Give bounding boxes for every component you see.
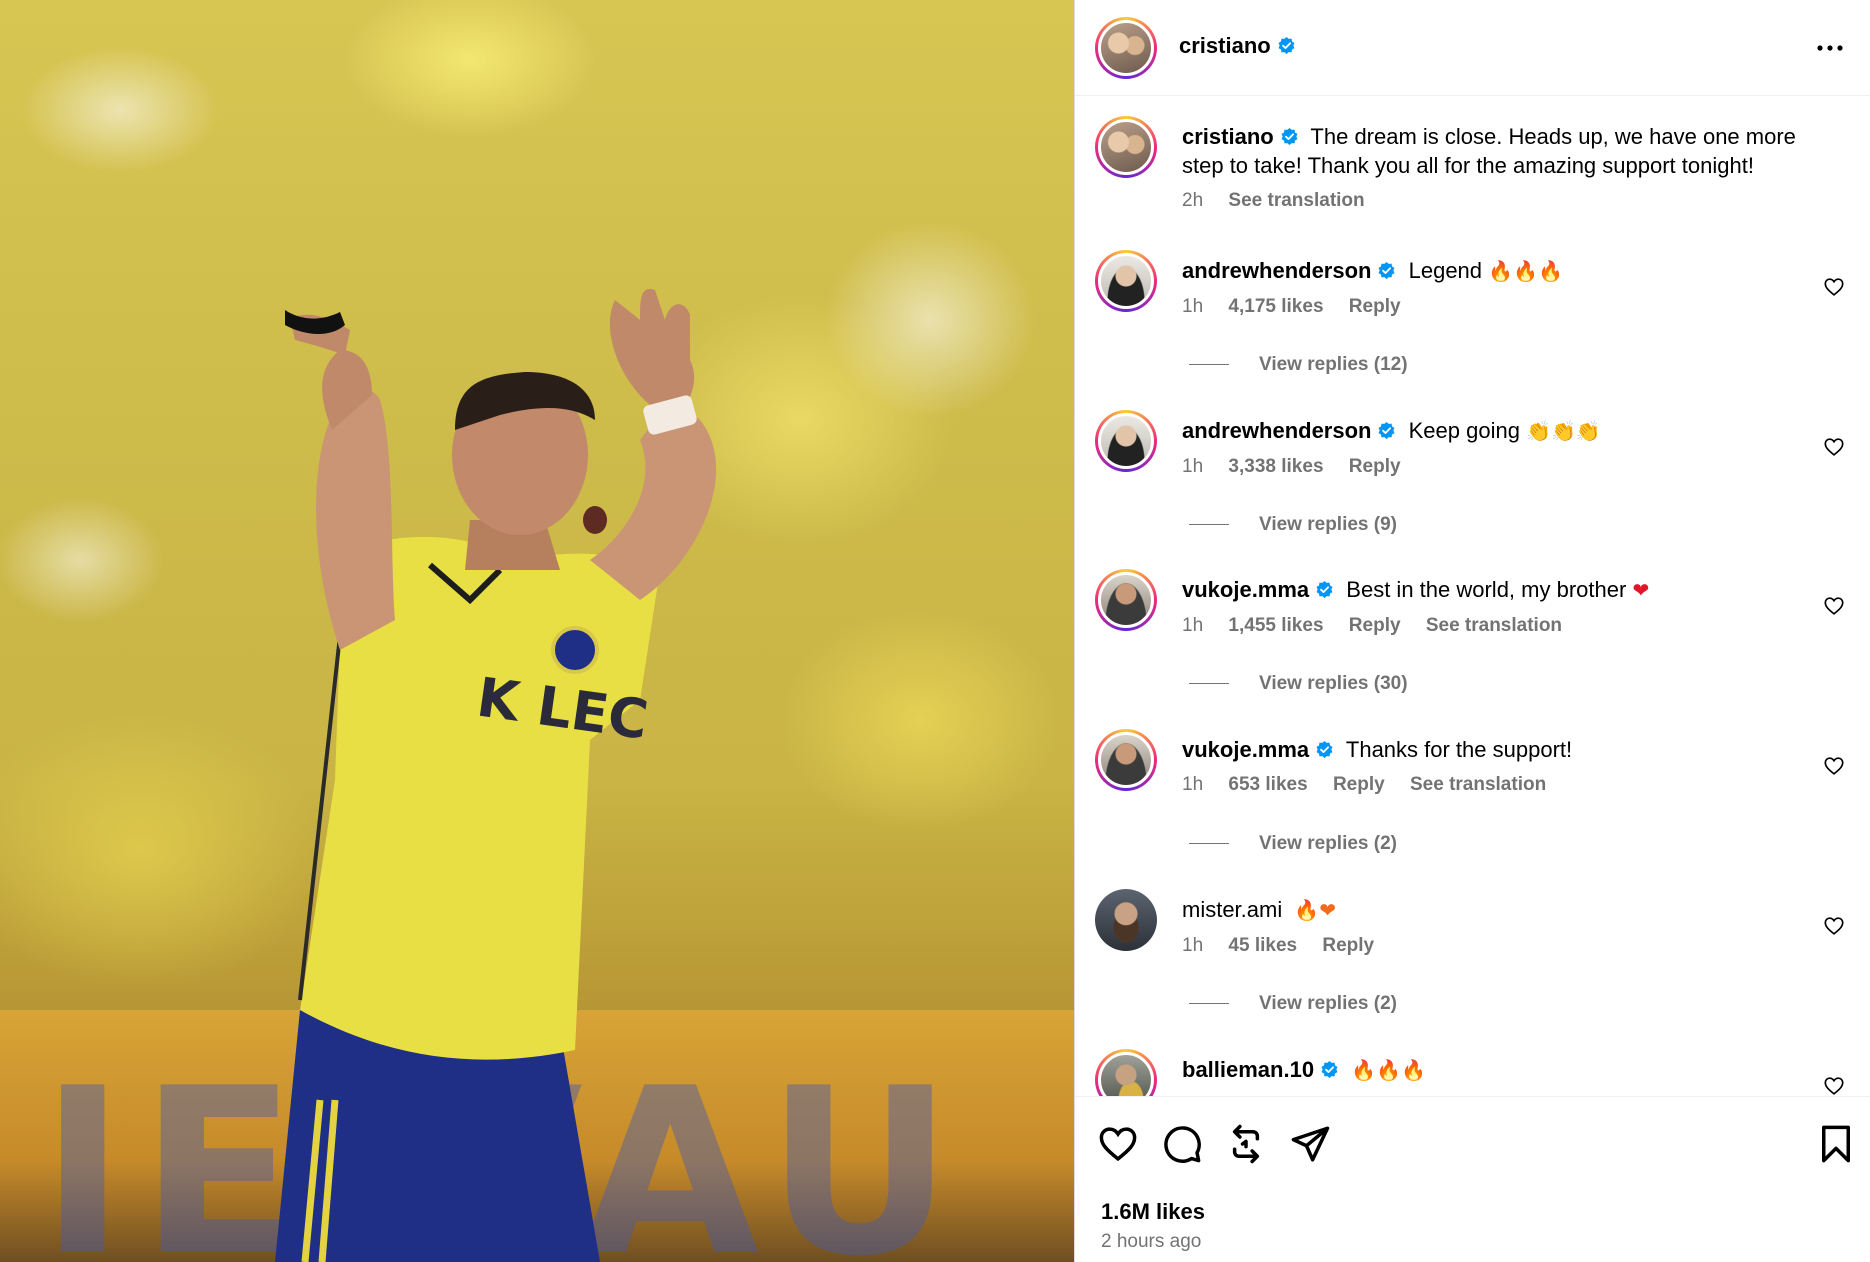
reply-button[interactable]: Reply xyxy=(1333,774,1385,795)
comment-time: 1h xyxy=(1182,456,1204,477)
reply-button[interactable]: Reply xyxy=(1349,296,1401,317)
comment-time: 1h xyxy=(1182,615,1204,636)
commenter-username[interactable]: ballieman.10 xyxy=(1182,1057,1339,1082)
comment-like-heart-icon[interactable] xyxy=(1823,915,1845,937)
comments-thread[interactable]: cristiano The dream is close. Heads up, … xyxy=(1075,96,1870,1096)
commenter-avatar[interactable] xyxy=(1095,729,1157,791)
commenter-avatar[interactable] xyxy=(1095,410,1157,472)
commenter-avatar[interactable] xyxy=(1095,250,1157,312)
view-replies-button[interactable]: View replies (9) xyxy=(1189,514,1397,536)
author-avatar[interactable] xyxy=(1095,17,1157,79)
post-likes-count[interactable]: 1.6M likes xyxy=(1101,1199,1205,1225)
comment-emoji: 🔥❤ xyxy=(1294,898,1337,922)
post-side-panel: cristiano cristiano The dream is close. … xyxy=(1074,0,1870,1262)
commenter-username[interactable]: andrewhenderson xyxy=(1182,258,1396,283)
comment-like-heart-icon[interactable] xyxy=(1823,276,1845,298)
repost-icon[interactable] xyxy=(1225,1123,1267,1165)
heart-icon[interactable] xyxy=(1097,1123,1139,1165)
reply-button[interactable]: Reply xyxy=(1322,935,1374,956)
comment-emoji: 🔥🔥🔥 xyxy=(1351,1058,1426,1082)
comment-text: Legend xyxy=(1408,258,1483,283)
see-translation-button[interactable]: See translation xyxy=(1426,615,1562,636)
comment-like-heart-icon[interactable] xyxy=(1823,1075,1845,1096)
commenter-username[interactable]: vukoje.mma xyxy=(1182,577,1334,602)
post-photo[interactable]: IE VAU K LEC xyxy=(0,0,1074,1262)
verified-badge-icon xyxy=(1281,127,1298,146)
comment-likes[interactable]: 45 likes xyxy=(1228,935,1297,956)
post-timestamp: 2 hours ago xyxy=(1101,1231,1202,1252)
caption-username[interactable]: cristiano xyxy=(1182,124,1299,149)
commenter-username[interactable]: vukoje.mma xyxy=(1182,737,1334,762)
caption-avatar[interactable] xyxy=(1095,116,1157,178)
comment-like-heart-icon[interactable] xyxy=(1823,436,1845,458)
caption-time: 2h xyxy=(1182,190,1204,211)
comment-likes[interactable]: 653 likes xyxy=(1228,774,1307,795)
comment-emoji: 👏👏👏 xyxy=(1526,419,1601,443)
reply-button[interactable]: Reply xyxy=(1349,615,1401,636)
commenter-username[interactable]: andrewhenderson xyxy=(1182,418,1396,443)
comment-likes[interactable]: 3,338 likes xyxy=(1228,456,1323,477)
post-actions: 1.6M likes 2 hours ago xyxy=(1075,1096,1870,1262)
post-header: cristiano xyxy=(1075,0,1870,96)
comment-text: Best in the world, my brother xyxy=(1346,577,1627,602)
see-translation-button[interactable]: See translation xyxy=(1410,774,1546,795)
comment-likes[interactable]: 4,175 likes xyxy=(1228,296,1323,317)
comment-icon[interactable] xyxy=(1161,1123,1203,1165)
bookmark-icon[interactable] xyxy=(1815,1123,1857,1165)
view-replies-button[interactable]: View replies (2) xyxy=(1189,993,1397,1015)
comment-emoji: ❤ xyxy=(1632,578,1650,602)
verified-badge-icon xyxy=(1379,421,1395,440)
verified-badge-icon xyxy=(1379,261,1395,280)
verified-badge-icon xyxy=(1316,580,1333,599)
commenter-avatar[interactable] xyxy=(1095,569,1157,631)
commenter-avatar[interactable] xyxy=(1095,889,1157,951)
player-figure: K LEC xyxy=(275,289,717,1262)
view-replies-button[interactable]: View replies (12) xyxy=(1189,354,1408,376)
comment-time: 1h xyxy=(1182,935,1204,956)
more-options-icon[interactable] xyxy=(1815,36,1845,60)
reply-button[interactable]: Reply xyxy=(1349,456,1401,477)
author-username[interactable]: cristiano xyxy=(1179,33,1296,59)
commenter-avatar[interactable] xyxy=(1095,1049,1157,1096)
comment-time: 1h xyxy=(1182,296,1204,317)
verified-badge-icon xyxy=(1316,740,1333,759)
see-translation-button[interactable]: See translation xyxy=(1228,190,1364,211)
comment-text: Thanks for the support! xyxy=(1345,737,1573,762)
commenter-username[interactable]: mister.ami xyxy=(1182,897,1282,922)
view-replies-button[interactable]: View replies (30) xyxy=(1189,673,1408,695)
comment-likes[interactable]: 1,455 likes xyxy=(1228,615,1323,636)
verified-badge-icon xyxy=(1278,36,1295,55)
comment-time: 1h xyxy=(1182,774,1204,795)
comment-emoji: 🔥🔥🔥 xyxy=(1488,259,1563,283)
share-icon[interactable] xyxy=(1289,1123,1331,1165)
verified-badge-icon xyxy=(1321,1060,1338,1079)
comment-text: Keep going xyxy=(1408,418,1520,443)
view-replies-button[interactable]: View replies (2) xyxy=(1189,833,1397,855)
comment-like-heart-icon[interactable] xyxy=(1823,595,1845,617)
comment-like-heart-icon[interactable] xyxy=(1823,755,1845,777)
